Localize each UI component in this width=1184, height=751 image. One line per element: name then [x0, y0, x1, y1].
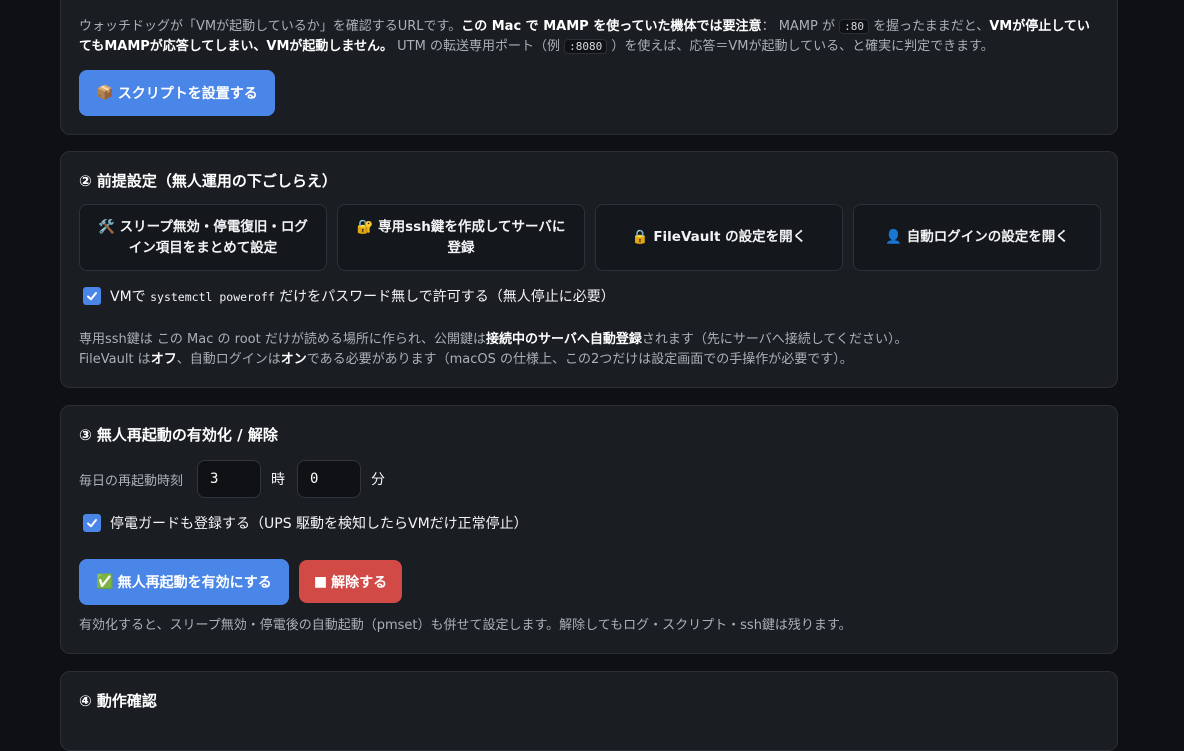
- note-text: FileVault は: [79, 352, 151, 367]
- reboot-time-row: 毎日の再起動時刻 3 時 0 分: [79, 460, 397, 498]
- note-text: 、自動ログインは: [176, 352, 281, 367]
- note-text: オフ: [150, 352, 177, 367]
- note-text: ： MAMP が: [761, 19, 840, 34]
- note-text: ）を使えば、応答＝VMが起動している、と確実に判定できます。: [607, 39, 994, 54]
- hour-unit: 時: [271, 472, 286, 488]
- install-script-button[interactable]: 📦 スクリプトを設置する: [79, 70, 275, 116]
- reboot-note: 有効化すると、スリープ無効・停電後の自動起動（pmset）も併せて設定します。解…: [79, 618, 852, 633]
- sudo-poweroff-row: VMで systemctl poweroff だけをパスワード無しで許可する（無…: [83, 286, 615, 306]
- verify-card: ④ 動作確認: [60, 671, 1118, 751]
- tile-label: 自動ログインの設定を開く: [906, 229, 1069, 245]
- inline-code: :80: [839, 19, 869, 34]
- sudo-poweroff-label: VMで systemctl poweroff だけをパスワード無しで許可する（無…: [110, 289, 615, 305]
- watchdog-card: ウォッチドッグが「VMが起動しているか」を確認するURLです。この Mac で …: [60, 0, 1118, 135]
- sleep-power-login-setup-button[interactable]: 🛠️ スリープ無効・停電復旧・ログイン項目をまとめて設定: [79, 204, 327, 271]
- note-text: オン: [280, 352, 307, 367]
- verify-title: ④ 動作確認: [79, 692, 157, 710]
- minute-unit: 分: [371, 472, 386, 488]
- ssh-key-note: 専用ssh鍵は この Mac の root だけが読める場所に作られ、公開鍵は接…: [79, 330, 1099, 350]
- note-text: ウォッチドッグが「VMが起動しているか」を確認するURLです。: [79, 19, 462, 34]
- check-icon: [87, 292, 97, 301]
- sudo-poweroff-checkbox[interactable]: [83, 287, 101, 305]
- stop-icon: ■: [313, 573, 328, 590]
- enable-reboot-label: 無人再起動を有効にする: [117, 575, 272, 591]
- watchdog-note: ウォッチドッグが「VMが起動しているか」を確認するURLです。この Mac で …: [79, 17, 1099, 57]
- reboot-card: ③ 無人再起動の有効化 / 解除 毎日の再起動時刻 3 時 0 分 停電ガードも…: [60, 405, 1118, 654]
- reboot-minute-input[interactable]: 0: [297, 460, 362, 498]
- filevault-note: FileVault はオフ、自動ログインはオンである必要があります（macOS …: [79, 350, 1099, 370]
- prereq-title: ② 前提設定（無人運用の下ごしらえ）: [79, 172, 337, 190]
- reboot-title: ③ 無人再起動の有効化 / 解除: [79, 426, 278, 444]
- reboot-time-label: 毎日の再起動時刻: [79, 473, 184, 489]
- reboot-hour-input[interactable]: 3: [197, 460, 262, 498]
- inline-code: :8080: [564, 39, 608, 54]
- lock-icon: 🔒: [631, 229, 649, 245]
- tools-icon: 🛠️: [98, 218, 115, 235]
- ups-guard-checkbox[interactable]: [83, 514, 101, 532]
- note-text: 専用ssh鍵は この Mac の root だけが読める場所に作られ、公開鍵は: [79, 332, 486, 347]
- tile-label: スリープ無効・停電復旧・ログイン項目をまとめて設定: [119, 218, 308, 256]
- note-text: されます（先にサーバへ接続してください）。: [641, 332, 908, 347]
- package-icon: 📦: [96, 85, 114, 101]
- open-filevault-settings-button[interactable]: 🔒 FileVault の設定を開く: [595, 204, 843, 271]
- note-text: この Mac で MAMP を使っていた機体では要注意: [461, 19, 762, 34]
- poweroff-command: systemctl poweroff: [150, 290, 275, 304]
- note-text: である必要があります（macOS の仕様上、この2つだけは設定画面での手操作が必…: [306, 352, 853, 367]
- prereq-card: ② 前提設定（無人運用の下ごしらえ） 🛠️ スリープ無効・停電復旧・ログイン項目…: [60, 151, 1118, 388]
- tile-label: FileVault の設定を開く: [653, 229, 807, 245]
- check-mark-icon: ✅: [96, 574, 114, 590]
- note-text: を握ったままだと、: [869, 19, 990, 34]
- check-icon: [87, 519, 97, 528]
- enable-reboot-button[interactable]: ✅ 無人再起動を有効にする: [79, 559, 289, 605]
- user-icon: 👤: [885, 229, 903, 245]
- install-script-label: スクリプトを設置する: [117, 86, 258, 102]
- key-lock-icon: 🔐: [356, 218, 374, 235]
- ups-guard-row: 停電ガードも登録する（UPS 駆動を検知したらVMだけ正常停止）: [83, 513, 528, 533]
- note-text: UTM の転送専用ポート（例: [393, 39, 565, 54]
- disable-reboot-label: 解除する: [331, 574, 388, 591]
- ups-guard-label: 停電ガードも登録する（UPS 駆動を検知したらVMだけ正常停止）: [110, 516, 528, 532]
- disable-reboot-button[interactable]: ■ 解除する: [299, 560, 402, 603]
- open-autologin-settings-button[interactable]: 👤 自動ログインの設定を開く: [853, 204, 1101, 271]
- note-text: 接続中のサーバへ自動登録: [485, 332, 642, 347]
- create-ssh-key-button[interactable]: 🔐 専用ssh鍵を作成してサーバに登録: [337, 204, 585, 271]
- tile-label: 専用ssh鍵を作成してサーバに登録: [378, 218, 566, 256]
